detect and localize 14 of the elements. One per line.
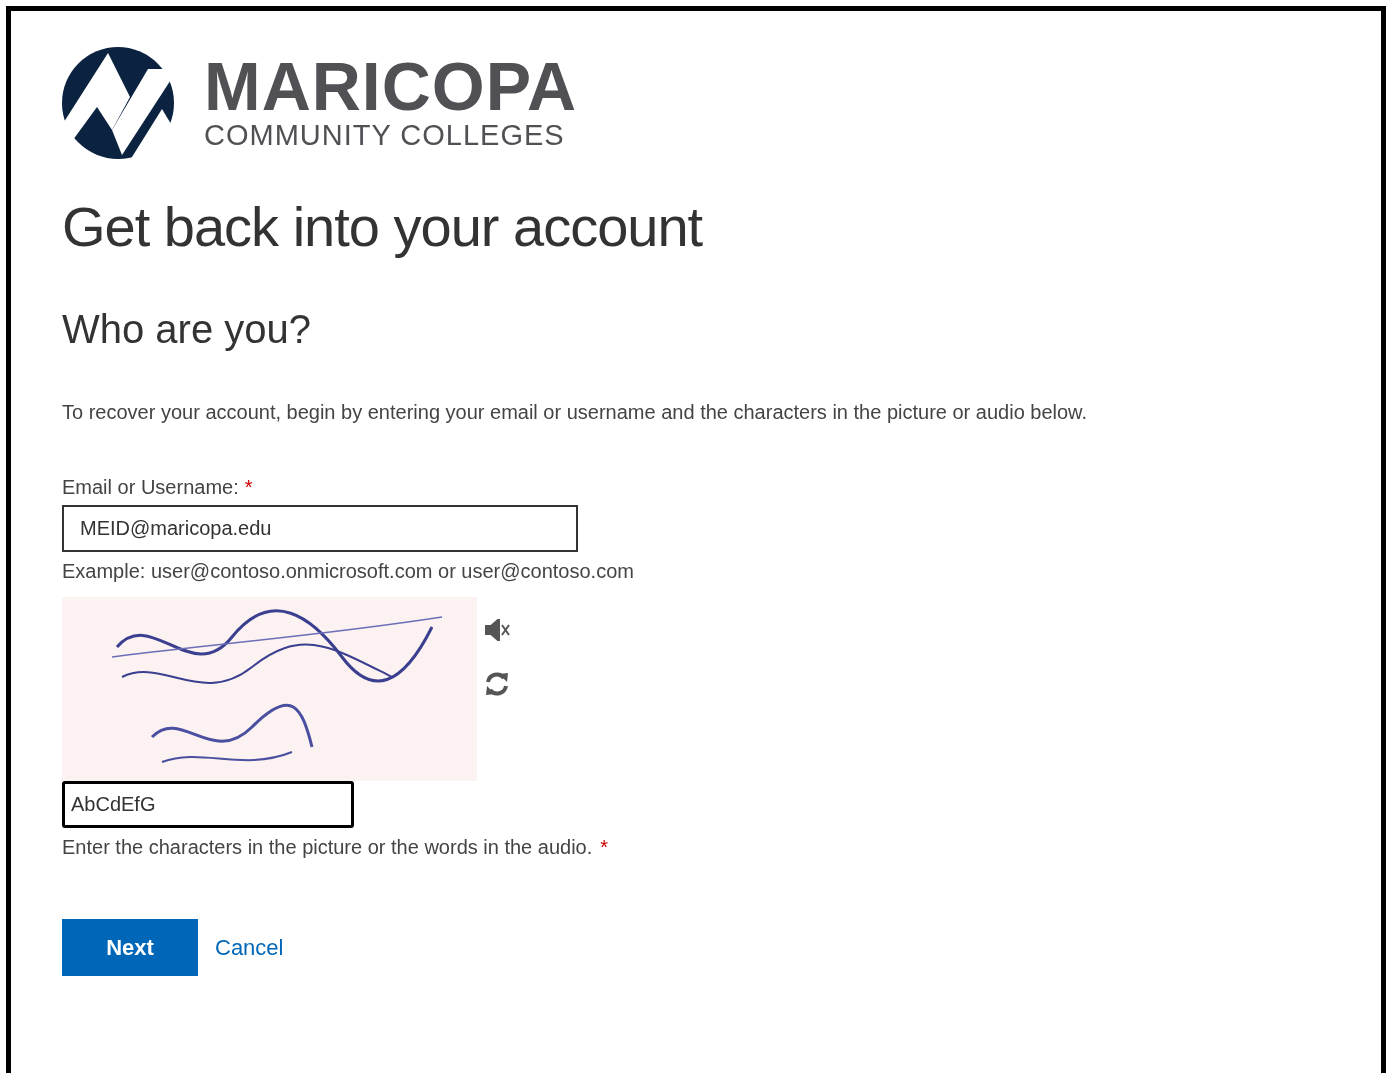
cancel-link[interactable]: Cancel [215,934,284,961]
captcha-field[interactable]: AbCdEfG [62,781,354,828]
next-button[interactable]: Next [62,919,198,976]
section-heading: Who are you? [62,306,313,353]
required-mark: * [244,476,253,499]
example-hint: Example: user@contoso.onmicrosoft.com or user@contoso.com [62,560,634,583]
description: To recover your account, begin by entering your email or username and the characters in the picture or audio below. [62,401,1089,424]
captcha-hint: Enter the characters in the picture or the words in the audio. [62,836,593,859]
page-title: Get back into your account [62,194,704,260]
required-mark: * [600,836,609,859]
email-field[interactable]: MEID@maricopa.edu [62,505,578,552]
logo-name: MARICOPA [204,54,578,118]
logo-subtitle: COMMUNITY COLLEGES [204,118,566,152]
field-label: Email or Username: [62,476,239,499]
